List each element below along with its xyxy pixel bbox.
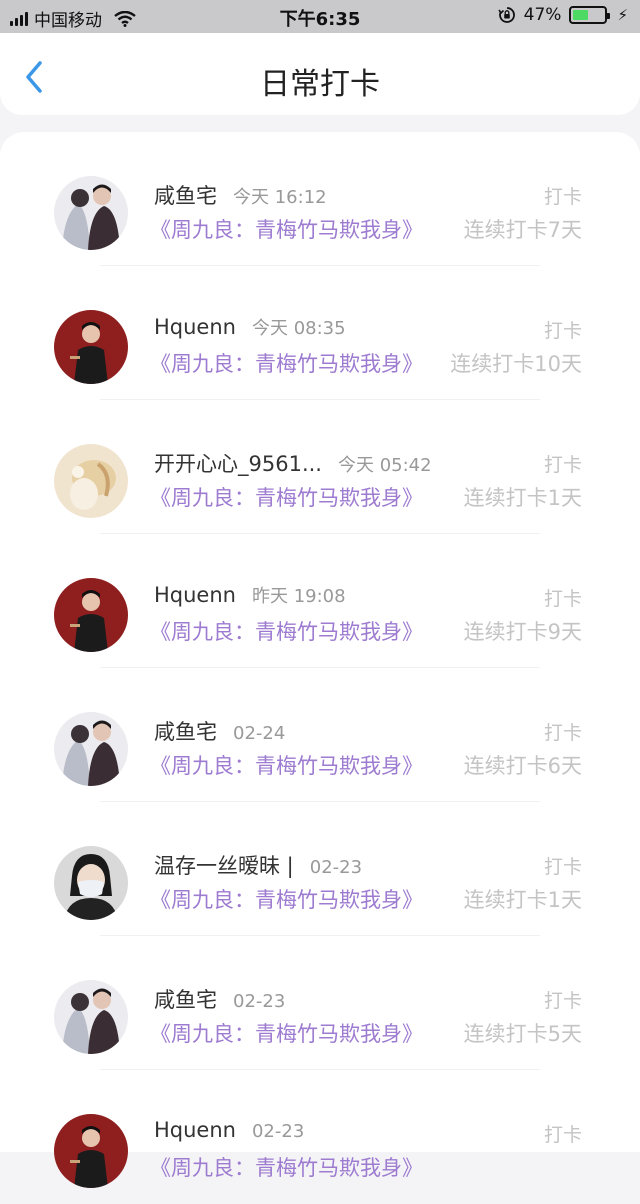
status-bar: 中国移动 下午6:35 47% ⚡ — [0, 0, 640, 33]
streak-count: 连续打卡5天 — [463, 1022, 582, 1046]
checkin-time: 02-24 — [233, 723, 286, 744]
page-title: 日常打卡 — [260, 67, 380, 102]
user-name: Hquenn 昨天 19:08 — [154, 583, 346, 607]
user-avatar[interactable] — [54, 980, 128, 1054]
checkin-time: 今天 05:42 — [337, 455, 432, 476]
list-item[interactable]: Hquenn 今天 08:35 《周九良：青梅竹马欺我身》 打卡 连续打卡10天 — [0, 266, 640, 400]
streak-count: 连续打卡9天 — [463, 620, 582, 644]
nav-bar: 日常打卡 — [0, 33, 640, 115]
battery-percent: 47% — [523, 5, 562, 25]
user-avatar[interactable] — [54, 846, 128, 920]
checkin-time: 昨天 19:08 — [251, 586, 346, 607]
streak-count: 连续打卡10天 — [450, 352, 582, 376]
checkin-time: 今天 08:35 — [251, 318, 346, 339]
checkin-label: 打卡 — [543, 1124, 582, 1146]
user-name: 咸鱼宅 02-24 — [154, 720, 286, 744]
avatar-red — [54, 578, 128, 652]
book-title-link[interactable]: 《周九良：青梅竹马欺我身》 — [150, 616, 423, 646]
list-item[interactable]: 咸鱼宅 今天 16:12 《周九良：青梅竹马欺我身》 打卡 连续打卡7天 — [0, 132, 640, 266]
list-item[interactable]: Hquenn 昨天 19:08 《周九良：青梅竹马欺我身》 打卡 连续打卡9天 — [0, 534, 640, 668]
avatar-red — [54, 1114, 128, 1188]
streak-count: 连续打卡1天 — [463, 888, 582, 912]
checkin-label: 打卡 — [543, 454, 582, 476]
streak-count: 连续打卡7天 — [463, 218, 582, 242]
streak-count: 连续打卡1天 — [463, 486, 582, 510]
checkin-list: 咸鱼宅 今天 16:12 《周九良：青梅竹马欺我身》 打卡 连续打卡7天 Hque… — [0, 132, 640, 1188]
avatar-couple — [54, 980, 128, 1054]
checkin-label: 打卡 — [543, 856, 582, 878]
user-avatar[interactable] — [54, 712, 128, 786]
user-name: 咸鱼宅 02-23 — [154, 988, 286, 1012]
book-title-link[interactable]: 《周九良：青梅竹马欺我身》 — [150, 482, 423, 512]
avatar-couple — [54, 712, 128, 786]
streak-count: 连续打卡6天 — [463, 754, 582, 778]
user-name: 开开心心_9561... 今天 05:42 — [154, 452, 432, 476]
list-item[interactable]: 咸鱼宅 02-24 《周九良：青梅竹马欺我身》 打卡 连续打卡6天 — [0, 668, 640, 802]
checkin-time: 02-23 — [233, 991, 286, 1012]
list-item[interactable]: 温存一丝暧昧 | 02-23 《周九良：青梅竹马欺我身》 打卡 连续打卡1天 — [0, 802, 640, 936]
status-right: 47% ⚡ — [497, 5, 628, 25]
orientation-lock-icon — [497, 7, 515, 23]
user-name: 温存一丝暧昧 | 02-23 — [154, 854, 363, 878]
checkin-label: 打卡 — [543, 186, 582, 208]
book-title-link[interactable]: 《周九良：青梅竹马欺我身》 — [150, 750, 423, 780]
avatar-red — [54, 310, 128, 384]
user-name: 咸鱼宅 今天 16:12 — [154, 184, 327, 208]
avatar-couple — [54, 176, 128, 250]
book-title-link[interactable]: 《周九良：青梅竹马欺我身》 — [150, 348, 423, 378]
user-name: Hquenn 02-23 — [154, 1118, 305, 1142]
checkin-label: 打卡 — [543, 722, 582, 744]
checkin-label: 打卡 — [543, 588, 582, 610]
list-item[interactable]: 咸鱼宅 02-23 《周九良：青梅竹马欺我身》 打卡 连续打卡5天 — [0, 936, 640, 1070]
battery-icon — [569, 6, 611, 24]
checkin-time: 02-23 — [251, 1121, 305, 1142]
user-avatar[interactable] — [54, 176, 128, 250]
user-name: Hquenn 今天 08:35 — [154, 315, 346, 339]
book-title-link[interactable]: 《周九良：青梅竹马欺我身》 — [150, 884, 423, 914]
book-title-link[interactable]: 《周九良：青梅竹马欺我身》 — [150, 1152, 423, 1182]
book-title-link[interactable]: 《周九良：青梅竹马欺我身》 — [150, 214, 423, 244]
user-avatar[interactable] — [54, 578, 128, 652]
book-title-link[interactable]: 《周九良：青梅竹马欺我身》 — [150, 1018, 423, 1048]
user-avatar[interactable] — [54, 444, 128, 518]
battery-level — [573, 10, 588, 20]
avatar-beige — [54, 444, 128, 518]
checkin-label: 打卡 — [543, 320, 582, 342]
user-avatar[interactable] — [54, 310, 128, 384]
list-item[interactable]: 开开心心_9561... 今天 05:42 《周九良：青梅竹马欺我身》 打卡 连续… — [0, 400, 640, 534]
checkin-label: 打卡 — [543, 990, 582, 1012]
list-item[interactable]: Hquenn 02-23 《周九良：青梅竹马欺我身》 打卡 — [0, 1070, 640, 1204]
charging-icon: ⚡ — [617, 6, 628, 24]
user-avatar[interactable] — [54, 1114, 128, 1188]
avatar-mask — [54, 846, 128, 920]
checkin-time: 02-23 — [309, 857, 363, 878]
checkin-time: 今天 16:12 — [233, 187, 327, 208]
